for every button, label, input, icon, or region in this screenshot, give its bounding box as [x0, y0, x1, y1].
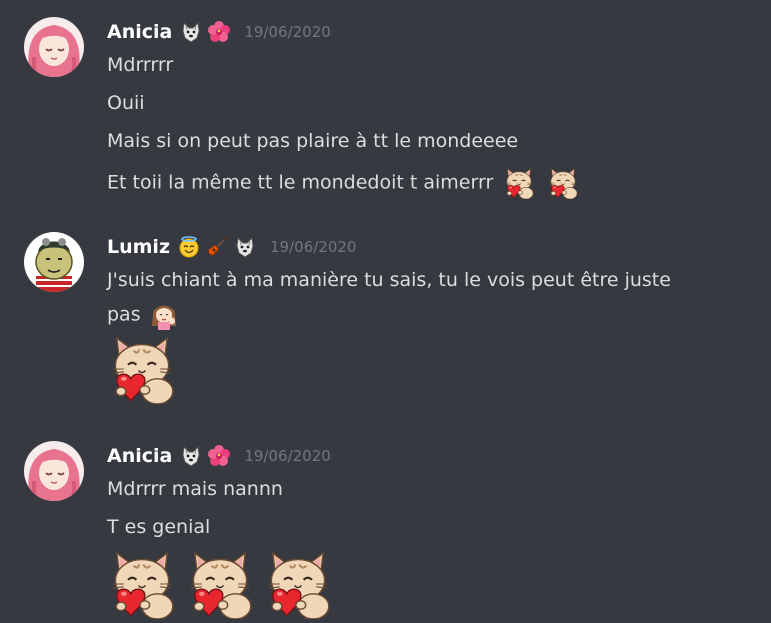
message-text: Ouii: [107, 92, 145, 114]
badge-list: [180, 445, 230, 467]
cat-heart-emote[interactable]: [503, 167, 535, 199]
message-line: pas: [107, 300, 179, 330]
message-text: Mdrrrrr: [107, 54, 174, 76]
message-header: Anicia 19/06/2020: [107, 441, 331, 471]
badge-list: [180, 21, 230, 43]
cat-heart-emote[interactable]: [107, 334, 177, 408]
username[interactable]: Anicia: [107, 445, 172, 467]
badge-list: [178, 236, 256, 258]
avatar-image: [24, 232, 84, 292]
message-line: Et toii la même tt le mondedoit t aimerr…: [107, 167, 579, 199]
timestamp: 19/06/2020: [244, 447, 331, 465]
message-text: pas: [107, 303, 141, 326]
guitar-icon: [206, 236, 228, 258]
wolf-icon: [180, 445, 202, 467]
cat-heart-emote[interactable]: [185, 549, 255, 623]
message-header: Lumiz 19/06/2020: [107, 232, 356, 262]
avatar-image: [24, 441, 84, 501]
angel-face-icon: [178, 236, 200, 258]
hibiscus-icon: [208, 21, 230, 43]
username[interactable]: Lumiz: [107, 236, 170, 258]
timestamp: 19/06/2020: [244, 23, 331, 41]
wolf-icon: [180, 21, 202, 43]
message-header: Anicia 19/06/2020: [107, 17, 331, 47]
timestamp: 19/06/2020: [270, 238, 357, 256]
message-text: T es genial: [107, 516, 211, 538]
avatar[interactable]: [24, 232, 84, 292]
avatar[interactable]: [24, 17, 84, 77]
cat-heart-emote[interactable]: [263, 549, 333, 623]
cat-heart-emote[interactable]: [547, 167, 579, 199]
avatar[interactable]: [24, 441, 84, 501]
username[interactable]: Anicia: [107, 21, 172, 43]
avatar-image: [24, 17, 84, 77]
message-text: J'suis chiant à ma manière tu sais, tu l…: [107, 269, 671, 291]
wolf-icon: [234, 236, 256, 258]
cat-heart-emote[interactable]: [107, 549, 177, 623]
message-text: Mdrrrr mais nannn: [107, 478, 283, 500]
hibiscus-icon: [208, 445, 230, 467]
anime-girl-wave-emote[interactable]: [149, 300, 179, 330]
message-text: Et toii la même tt le mondedoit t aimerr…: [107, 171, 494, 194]
message-text: Mais si on peut pas plaire à tt le monde…: [107, 130, 519, 152]
